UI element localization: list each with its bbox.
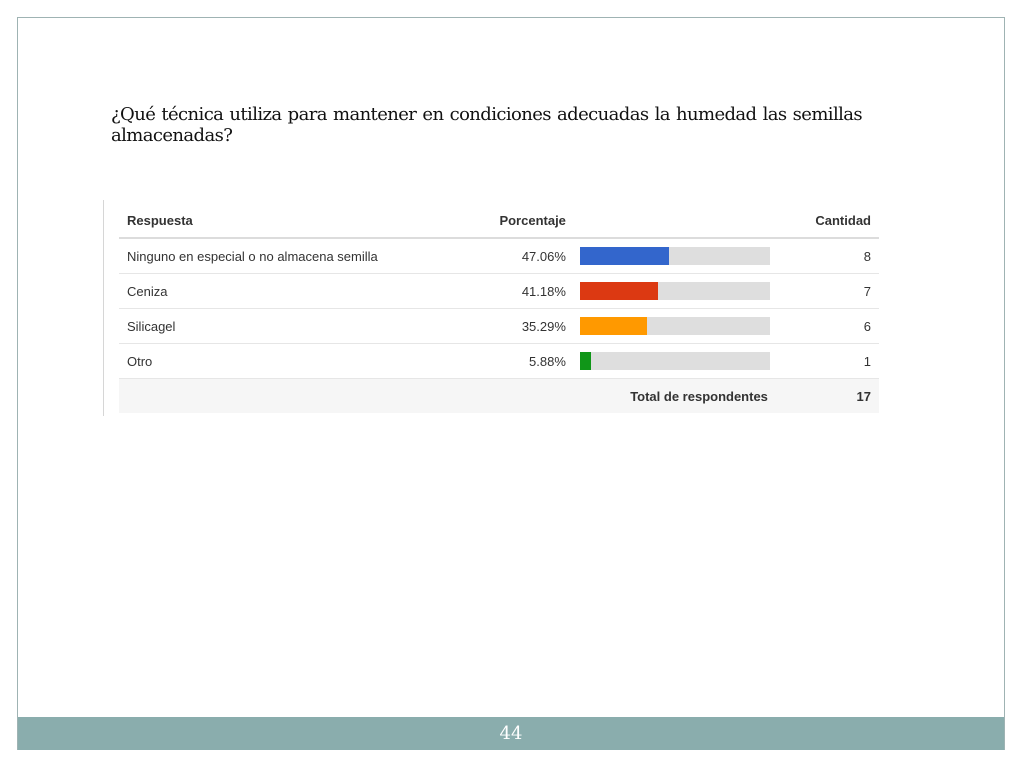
- header-bar: [573, 203, 776, 239]
- header-percent: Porcentaje: [460, 203, 574, 239]
- total-label: Total de respondentes: [460, 378, 776, 413]
- row-count: 1: [775, 343, 879, 379]
- table-row: Ninguno en especial o no almacena semill…: [119, 238, 879, 274]
- header-count: Cantidad: [775, 203, 879, 239]
- row-bar-cell: [573, 308, 776, 344]
- bar-track: [579, 247, 770, 265]
- bar-track: [579, 317, 770, 335]
- page-number: 44: [499, 723, 523, 744]
- row-answer: Ceniza: [119, 273, 461, 309]
- row-bar-cell: [573, 238, 776, 274]
- row-percent: 41.18%: [460, 273, 574, 309]
- row-bar-cell: [573, 273, 776, 309]
- bar-fill: [579, 282, 659, 300]
- total-empty-cell: [119, 378, 461, 413]
- question-title: ¿Qué técnica utiliza para mantener en co…: [111, 104, 863, 146]
- results-table-container: Respuesta Porcentaje Cantidad Ninguno en…: [103, 200, 879, 416]
- total-value: 17: [775, 378, 879, 413]
- results-table: Respuesta Porcentaje Cantidad Ninguno en…: [119, 203, 879, 413]
- row-answer: Ninguno en especial o no almacena semill…: [119, 238, 461, 274]
- bar-track: [579, 282, 770, 300]
- row-percent: 47.06%: [460, 238, 574, 274]
- row-count: 6: [775, 308, 879, 344]
- table-row: Silicagel 35.29% 6: [119, 308, 879, 344]
- table-body: Ninguno en especial o no almacena semill…: [119, 238, 879, 379]
- row-percent: 5.88%: [460, 343, 574, 379]
- bar-track: [579, 352, 770, 370]
- footer-band: 44: [18, 717, 1004, 750]
- header-answer: Respuesta: [119, 203, 461, 239]
- row-count: 7: [775, 273, 879, 309]
- bar-fill: [579, 247, 670, 265]
- row-bar-cell: [573, 343, 776, 379]
- row-percent: 35.29%: [460, 308, 574, 344]
- total-row: Total de respondentes 17: [119, 378, 879, 413]
- bar-fill: [579, 352, 592, 370]
- table-row: Ceniza 41.18% 7: [119, 273, 879, 309]
- table-header-row: Respuesta Porcentaje Cantidad: [119, 203, 879, 239]
- row-count: 8: [775, 238, 879, 274]
- row-answer: Silicagel: [119, 308, 461, 344]
- row-answer: Otro: [119, 343, 461, 379]
- slide: ¿Qué técnica utiliza para mantener en co…: [17, 17, 1005, 750]
- bar-fill: [579, 317, 647, 335]
- table-row: Otro 5.88% 1: [119, 343, 879, 379]
